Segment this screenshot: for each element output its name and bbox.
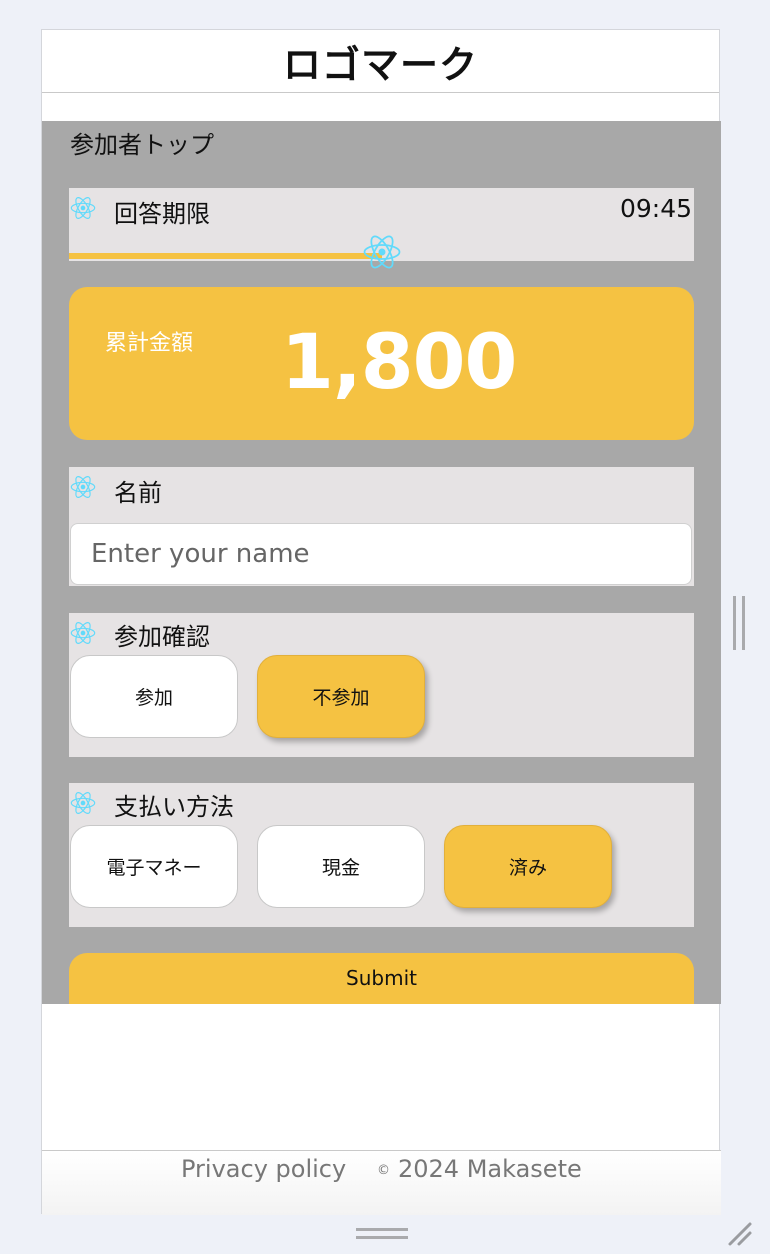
react-icon [69,789,97,817]
total-amount-card: 累計金額 1,800 [69,287,694,440]
emoney-button[interactable]: 電子マネー [70,825,238,908]
react-icon [69,473,97,501]
bottom-resize-handle[interactable] [356,1228,408,1239]
cash-button[interactable]: 現金 [257,825,425,908]
react-icon [361,231,403,273]
total-amount-value: 1,800 [281,317,517,406]
react-icon [69,194,97,222]
copyright-text: 2024 Makasete [398,1155,582,1183]
deadline-remaining-time: 09:45 [619,194,692,223]
header: ロゴマーク [42,30,719,93]
logo: ロゴマーク [282,42,478,87]
paid-button[interactable]: 済み [444,825,612,908]
deadline-label: 回答期限 [114,200,210,228]
page-title: 参加者トップ [70,131,214,159]
name-input[interactable] [70,523,692,585]
total-amount-label: 累計金額 [105,331,194,356]
resize-grip-icon[interactable] [726,1220,754,1248]
side-resize-handle[interactable] [733,596,745,650]
main-panel: 参加者トップ 回答期限 09:45 累計金額 1,800 名前 Enter yo… [42,121,721,1004]
submit-button-label: Submit [346,965,417,990]
payment-method-card: 支払い方法 電子マネー 現金 済み [69,783,694,927]
submit-button[interactable]: Submit [69,953,694,1004]
deadline-card: 回答期限 09:45 [69,188,694,269]
deadline-progress-fill [69,253,382,259]
deadline-progress-bar [69,235,694,269]
not-attend-button[interactable]: 不参加 [257,655,425,738]
privacy-policy-link[interactable]: Privacy policy [181,1155,346,1183]
app-frame: ロゴマーク 参加者トップ 回答期限 09:45 累計金額 1,800 名前 En… [41,29,721,1215]
payment-method-label: 支払い方法 [114,793,234,821]
name-card: 名前 [69,467,694,586]
attend-button[interactable]: 参加 [70,655,238,738]
copyright: © 2024 Makasete [377,1155,582,1183]
footer: Privacy policy © 2024 Makasete [42,1150,721,1215]
name-label: 名前 [114,479,162,507]
copyright-symbol: © [377,1162,390,1178]
react-icon [69,619,97,647]
attendance-card: 参加確認 参加 不参加 [69,613,694,757]
attendance-label: 参加確認 [114,623,210,651]
